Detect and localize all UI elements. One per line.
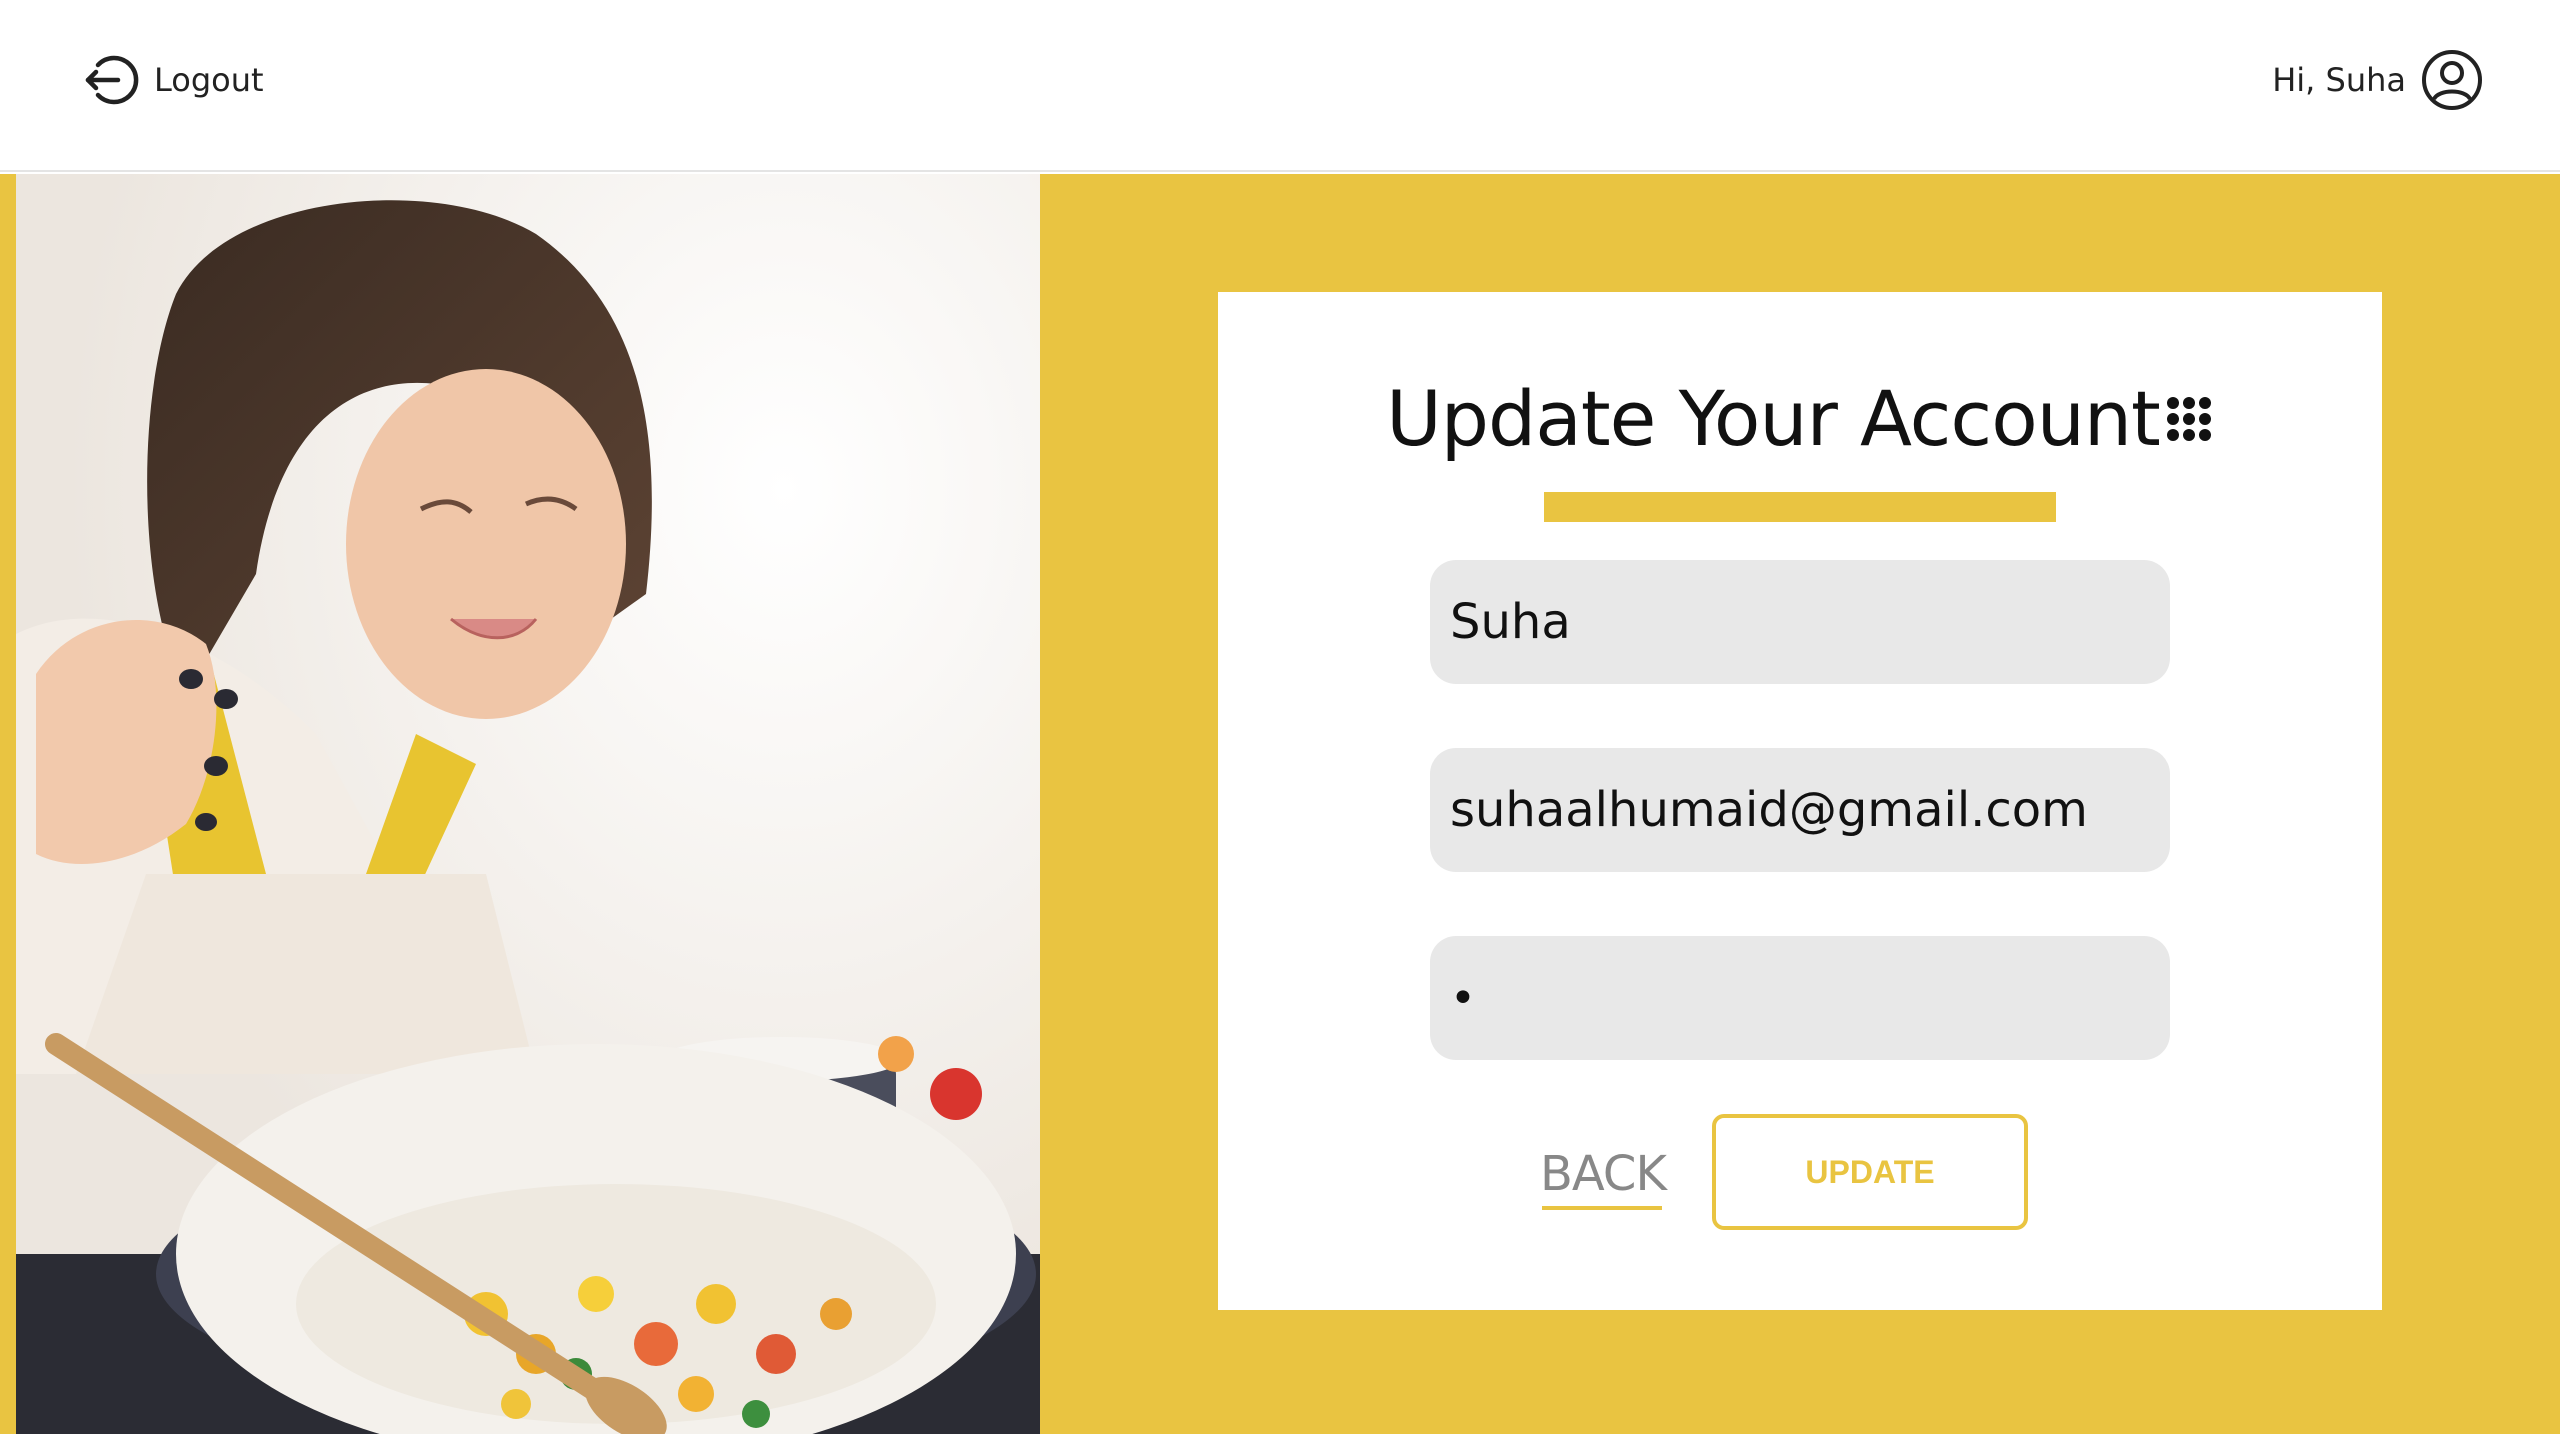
title-underline-bar [1544, 492, 2056, 522]
logout-icon [85, 55, 139, 105]
name-field[interactable] [1430, 560, 2170, 684]
user-greeting: Hi, Suha [2272, 48, 2484, 112]
user-circle-icon[interactable] [2420, 48, 2484, 112]
logout-button[interactable]: Logout [82, 52, 264, 108]
title-row: Update Your Account [1218, 374, 2382, 463]
main-area: Update Your Account BACK UPDATE [0, 174, 2560, 1434]
back-underline [1542, 1206, 1662, 1210]
back-link[interactable]: BACK [1540, 1146, 1667, 1202]
top-header: Logout Hi, Suha [0, 0, 2560, 172]
password-field[interactable] [1430, 936, 2170, 1060]
update-account-card: Update Your Account BACK UPDATE [1218, 292, 2382, 1310]
keypad-dots-icon [2166, 396, 2211, 441]
greeting-text: Hi, Suha [2272, 61, 2406, 99]
woman-cooking-photo [16, 174, 1040, 1434]
update-button[interactable]: UPDATE [1712, 1114, 2028, 1230]
email-field[interactable] [1430, 748, 2170, 872]
page-title: Update Your Account [1386, 374, 2161, 463]
logout-label: Logout [154, 61, 264, 99]
